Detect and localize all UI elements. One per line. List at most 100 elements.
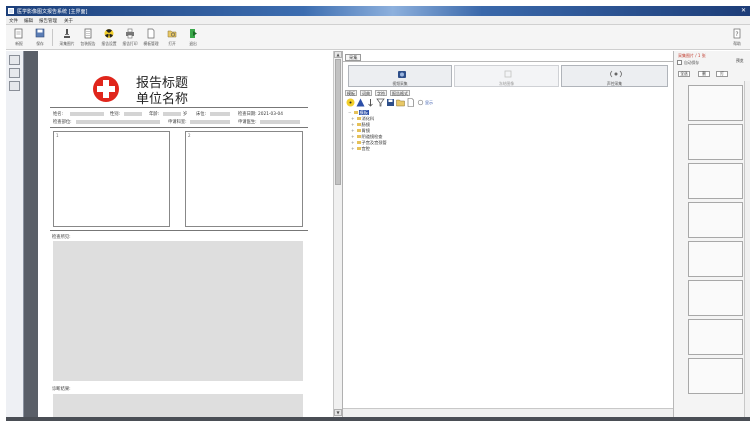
tab-capture[interactable]: 采集 <box>345 54 362 61</box>
sidebar-button-3[interactable] <box>9 81 20 91</box>
close-icon[interactable]: ✕ <box>741 7 746 14</box>
findings-textarea[interactable] <box>53 241 303 381</box>
field-age-label: 年龄: <box>149 112 160 117</box>
show-checkbox[interactable] <box>417 98 424 107</box>
report-scrollbar[interactable]: ▲ ▼ <box>333 51 342 417</box>
save-icon[interactable] <box>386 98 395 107</box>
thumbnail-slot[interactable] <box>688 85 743 121</box>
image-box-1[interactable]: 1 <box>53 131 170 227</box>
status-bar <box>6 417 750 421</box>
tree-folder-icon <box>356 129 361 132</box>
app-icon <box>8 8 14 14</box>
delete-button[interactable]: 删 <box>698 71 710 77</box>
image-box-2[interactable]: 2 <box>185 131 303 227</box>
template-manage-button[interactable]: 模板管理 <box>142 27 160 48</box>
tree-folder-icon <box>356 147 361 150</box>
report-settings-button[interactable]: 报告设置 <box>100 27 118 48</box>
tab-characters[interactable]: 字符 <box>375 90 387 96</box>
save-button[interactable]: 保存 <box>31 27 49 48</box>
toolbar: 新报 保存 采集图片 包装报告 报告设置 报告打印 模板管理 打开 退出 ? 帮… <box>6 25 750 50</box>
help-button[interactable]: ? 帮助 <box>728 27 746 48</box>
thumbnail-slot[interactable] <box>688 124 743 160</box>
report-unit-name[interactable]: 单位名称 <box>136 88 188 107</box>
exit-button[interactable]: 退出 <box>184 27 202 48</box>
field-part-value[interactable] <box>76 120 160 124</box>
radiation-icon[interactable] <box>346 98 355 107</box>
menu-item-file[interactable]: 文件 <box>9 18 18 24</box>
help-label: 帮助 <box>733 41 741 46</box>
exit-icon <box>190 29 197 38</box>
sidebar-button-2[interactable] <box>9 68 20 78</box>
save-label: 保存 <box>36 41 44 46</box>
printer-icon <box>126 28 134 39</box>
thumbnail-slot[interactable] <box>688 163 743 199</box>
thumbnail-scrollbar[interactable] <box>744 81 750 417</box>
images-rule <box>50 230 308 231</box>
warning-icon[interactable] <box>356 98 365 107</box>
page-icon[interactable] <box>406 98 415 107</box>
tab-report-format[interactable]: 报告格式 <box>390 90 410 96</box>
folder-icon[interactable] <box>396 98 405 107</box>
menu-item-about[interactable]: 关于 <box>64 18 73 24</box>
tree-expand-icon: + <box>351 116 355 121</box>
field-sex-value[interactable] <box>124 112 142 116</box>
freeze-icon <box>504 70 512 78</box>
field-doctor-label: 申请医生: <box>238 120 257 125</box>
thumbnail-slot[interactable] <box>688 280 743 316</box>
freeze-image-label: 冻结图像 <box>498 81 515 86</box>
sort-icon[interactable] <box>366 98 375 107</box>
select-all-button[interactable]: 全选 <box>678 71 690 77</box>
radiation-icon <box>104 29 114 38</box>
voice-capture-button[interactable]: 声控采集 <box>561 65 668 87</box>
tree-folder-icon <box>356 141 361 144</box>
tab-template[interactable]: 模板 <box>345 90 357 96</box>
panel-hscrollbar[interactable] <box>343 408 673 417</box>
freeze-image-button[interactable]: 冻结图像 <box>454 65 559 87</box>
video-capture-button[interactable]: 视频采集 <box>348 65 452 87</box>
video-capture-label: 视频采集 <box>392 81 408 86</box>
fields-rule <box>50 127 308 128</box>
field-name-value[interactable] <box>70 112 104 116</box>
tree-folder-icon <box>356 135 361 138</box>
thumbnail-slot[interactable] <box>688 358 743 394</box>
package-report-button[interactable]: 包装报告 <box>79 27 97 48</box>
capture-image-button[interactable]: 采集图片 <box>58 27 76 48</box>
tree-item[interactable]: + 宫腔 <box>351 146 370 152</box>
tab-dictionary[interactable]: 词典 <box>360 90 372 96</box>
new-report-button[interactable]: 新报 <box>10 27 28 48</box>
voice-capture-label: 声控采集 <box>606 81 623 86</box>
print-report-button[interactable]: 报告打印 <box>121 27 139 48</box>
auto-save-checkbox[interactable] <box>677 60 682 65</box>
auto-save-label: 自动保存 <box>684 60 700 65</box>
filter-icon[interactable] <box>376 98 385 107</box>
menu-item-report[interactable]: 报告管理 <box>39 18 57 24</box>
scroll-thumb[interactable] <box>335 59 341 185</box>
field-dept-label: 申请科室: <box>168 120 187 125</box>
open-button[interactable]: 打开 <box>163 27 181 48</box>
scroll-up-arrow[interactable]: ▲ <box>334 51 342 58</box>
tree-item-label: 肠镜 <box>361 122 370 127</box>
field-bed-label: 床位: <box>196 112 207 117</box>
window-title: 医学影像图文报告系统 [主界面] <box>17 9 88 15</box>
camera-icon <box>398 71 406 78</box>
thumbnail-slot[interactable] <box>688 241 743 277</box>
sidebar-button-1[interactable] <box>9 55 20 65</box>
print-button[interactable]: 打 <box>716 71 728 77</box>
diagnosis-textarea[interactable] <box>53 394 303 417</box>
tree-item-label: 胃镜 <box>361 128 370 133</box>
field-age-value[interactable] <box>163 112 181 116</box>
field-bed-value[interactable] <box>210 112 230 116</box>
capture-panel: 采集 视频采集 冻结图像 声控采集 模板 词典 字符 报告格式 显示 − 模板 +… <box>342 51 673 417</box>
save-icon <box>35 28 45 38</box>
field-dept-value[interactable] <box>190 120 230 124</box>
tree-item-label: 子宫及宫颈管 <box>361 140 387 145</box>
thumbnail-slot[interactable] <box>688 319 743 355</box>
field-date[interactable]: 检查日期: 2021-03-04 <box>238 111 283 117</box>
field-doctor-value[interactable] <box>260 120 300 124</box>
toolbar-separator <box>52 29 53 46</box>
exit-label: 退出 <box>189 41 197 46</box>
thumbnail-slot[interactable] <box>688 202 743 238</box>
menu-item-edit[interactable]: 编辑 <box>24 18 33 24</box>
scroll-down-arrow[interactable]: ▼ <box>334 409 342 416</box>
header-rule <box>50 107 308 108</box>
